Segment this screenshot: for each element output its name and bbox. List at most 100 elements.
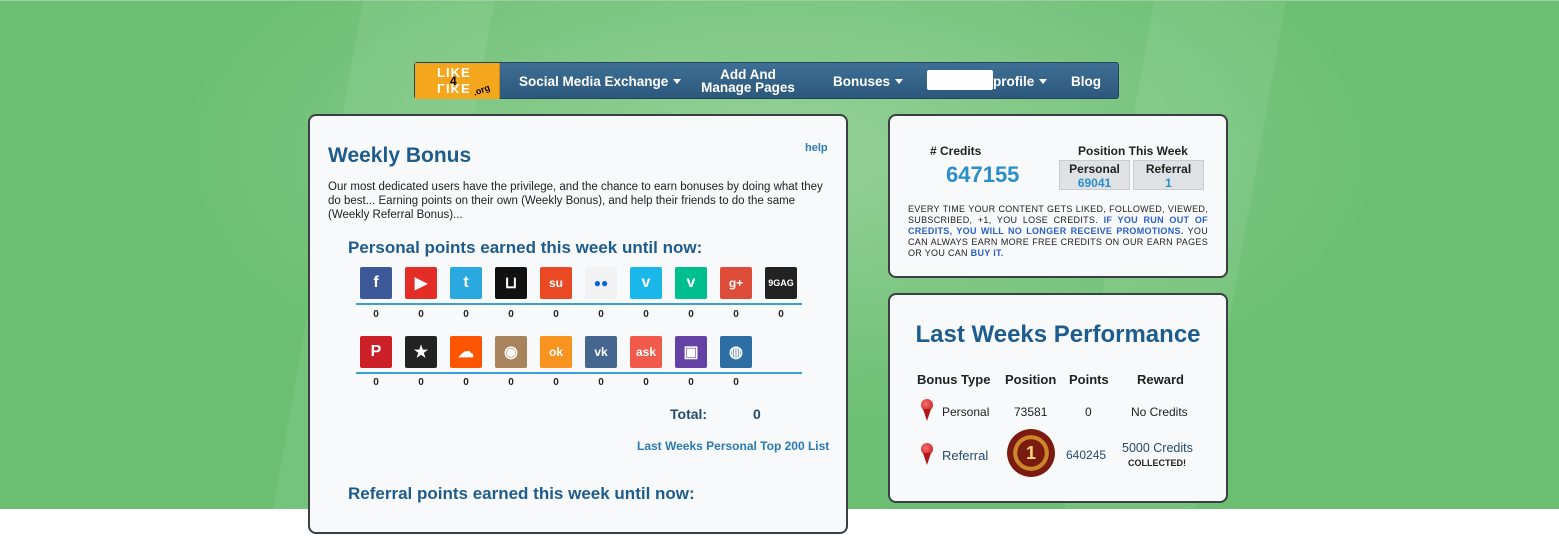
platform-points: 0: [463, 377, 469, 388]
nav-bonuses[interactable]: Bonuses: [833, 63, 904, 99]
platform-points: 0: [508, 377, 514, 388]
personal-points-title: Personal points earned this week until n…: [348, 238, 703, 257]
last-weeks-performance-panel: Last Weeks Performance Bonus Type Positi…: [888, 293, 1228, 503]
icon-glyph: g+: [728, 276, 744, 290]
credits-note: EVERY TIME YOUR CONTENT GETS LIKED, FOLL…: [908, 204, 1208, 259]
platform-points-row-2: 0 0 0 0 0 0 0 0 0: [356, 377, 802, 391]
instagram-icon[interactable]: ◉: [495, 336, 527, 368]
vimeo-icon[interactable]: v: [630, 267, 662, 299]
referral-status: COLLECTED!: [1128, 458, 1186, 468]
referral-type: Referral: [942, 448, 989, 463]
position-referral: Referral 1: [1133, 160, 1204, 190]
weekly-bonus-panel: Weekly Bonus help Our most dedicated use…: [308, 114, 848, 534]
platform-points: 0: [508, 309, 514, 320]
credits-value: 647155: [946, 162, 1020, 187]
redacted-username: [927, 70, 993, 90]
icon-glyph: f: [373, 274, 379, 291]
platform-points: 0: [733, 377, 739, 388]
platform-points: 0: [373, 377, 379, 388]
vk-icon[interactable]: vk: [585, 336, 617, 368]
gold-medal-icon: 1: [1007, 429, 1055, 477]
nav-label: profile: [993, 73, 1035, 89]
nav-social-media-exchange[interactable]: Social Media Exchange: [519, 63, 682, 99]
position-referral-value: 1: [1165, 176, 1172, 190]
icon-glyph: ask: [635, 345, 657, 359]
icon-glyph: ☁: [458, 344, 474, 361]
platform-points: 0: [463, 309, 469, 320]
ribbon-icon: [920, 399, 934, 421]
twitter-icon[interactable]: t: [450, 267, 482, 299]
soundcloud-icon[interactable]: ☁: [450, 336, 482, 368]
platform-points-row-1: 0 0 0 0 0 0 0 0 0 0: [356, 309, 802, 323]
platform-points: 0: [553, 309, 559, 320]
icon-glyph: ●●: [593, 276, 609, 290]
odnoklassniki-icon[interactable]: ok: [540, 336, 572, 368]
top-200-list-link[interactable]: Last Weeks Personal Top 200 List: [637, 439, 829, 453]
position-personal-label: Personal: [1069, 162, 1120, 176]
logo-suffix: .org: [471, 82, 492, 98]
personal-points: 0: [1085, 405, 1092, 419]
intro-text: Our most dedicated users have the privil…: [328, 181, 823, 221]
twitch-icon[interactable]: ▣: [675, 336, 707, 368]
personal-type: Personal: [942, 405, 990, 419]
referral-points-title: Referral points earned this week until n…: [348, 484, 695, 503]
icon-glyph: ok: [548, 345, 563, 359]
pinterest-icon[interactable]: P: [360, 336, 392, 368]
platform-points: 0: [553, 377, 559, 388]
audiomack-icon[interactable]: ⊔: [495, 267, 527, 299]
youtube-icon[interactable]: ▶: [405, 267, 437, 299]
referral-points: 640245: [1066, 448, 1107, 462]
personal-reward: No Credits: [1131, 405, 1188, 419]
platform-icons-row-2: P ★ ☁ ◉ ok vk ask ▣ ◍: [356, 336, 802, 374]
platform-points: 0: [598, 309, 604, 320]
credits-panel: # Credits 647155 Position This Week Pers…: [888, 114, 1228, 278]
nav-profile[interactable]: profile: [993, 63, 1048, 99]
platform-points: 0: [598, 377, 604, 388]
platform-points: 0: [688, 377, 694, 388]
main-navbar: LIKE 4 LIKE .org Social Media Exchange A…: [414, 62, 1119, 99]
header-points: Points: [1069, 372, 1109, 387]
icon-glyph: su: [548, 276, 563, 290]
askfm-icon[interactable]: ask: [630, 336, 662, 368]
facebook-icon[interactable]: f: [360, 267, 392, 299]
referral-reward: 5000 Credits: [1122, 441, 1193, 455]
nav-blog[interactable]: Blog: [1071, 63, 1101, 99]
nav-add-manage-pages[interactable]: Add And Manage Pages: [701, 63, 795, 99]
stumbleupon-icon[interactable]: su: [540, 267, 572, 299]
platform-points: 0: [418, 377, 424, 388]
icon-glyph: v: [641, 274, 651, 291]
nav-label: Blog: [1071, 73, 1101, 89]
like4like-logo[interactable]: LIKE 4 LIKE .org: [415, 63, 500, 99]
platform-points: 0: [373, 309, 379, 320]
icon-glyph: v: [686, 274, 696, 291]
icon-glyph: ⊔: [504, 275, 518, 292]
platform-points: 0: [688, 309, 694, 320]
header-bonus-type: Bonus Type: [917, 372, 991, 387]
9gag-icon[interactable]: 9GAG: [765, 267, 797, 299]
icon-glyph: t: [463, 274, 469, 291]
header-reward: Reward: [1137, 372, 1184, 387]
reverbnation-icon[interactable]: ★: [405, 336, 437, 368]
google-plus-icon[interactable]: g+: [720, 267, 752, 299]
position-personal-value: 69041: [1077, 176, 1112, 190]
header-position: Position: [1005, 372, 1057, 387]
page-title: Weekly Bonus: [328, 144, 472, 167]
credits-label: # Credits: [930, 144, 982, 158]
vine-icon[interactable]: v: [675, 267, 707, 299]
nav-label: Bonuses: [833, 73, 891, 89]
personal-position: 73581: [1014, 405, 1048, 419]
icon-glyph: P: [370, 343, 382, 360]
icon-glyph: ★: [413, 344, 429, 361]
icon-glyph: ▶: [414, 275, 428, 292]
position-label: Position This Week: [1078, 144, 1188, 158]
globe-icon[interactable]: ◍: [720, 336, 752, 368]
help-link[interactable]: help: [805, 142, 828, 154]
buy-it-link[interactable]: BUY IT.: [971, 248, 1004, 258]
nav-label: Social Media Exchange: [519, 73, 669, 89]
total-value: 0: [753, 406, 761, 422]
platform-points: 0: [418, 309, 424, 320]
total-label: Total:: [670, 406, 708, 422]
position-referral-label: Referral: [1145, 162, 1192, 176]
platform-icons-row-1: f ▶ t ⊔ su ●● v v g+ 9GAG: [356, 267, 802, 305]
flickr-icon[interactable]: ●●: [585, 267, 617, 299]
